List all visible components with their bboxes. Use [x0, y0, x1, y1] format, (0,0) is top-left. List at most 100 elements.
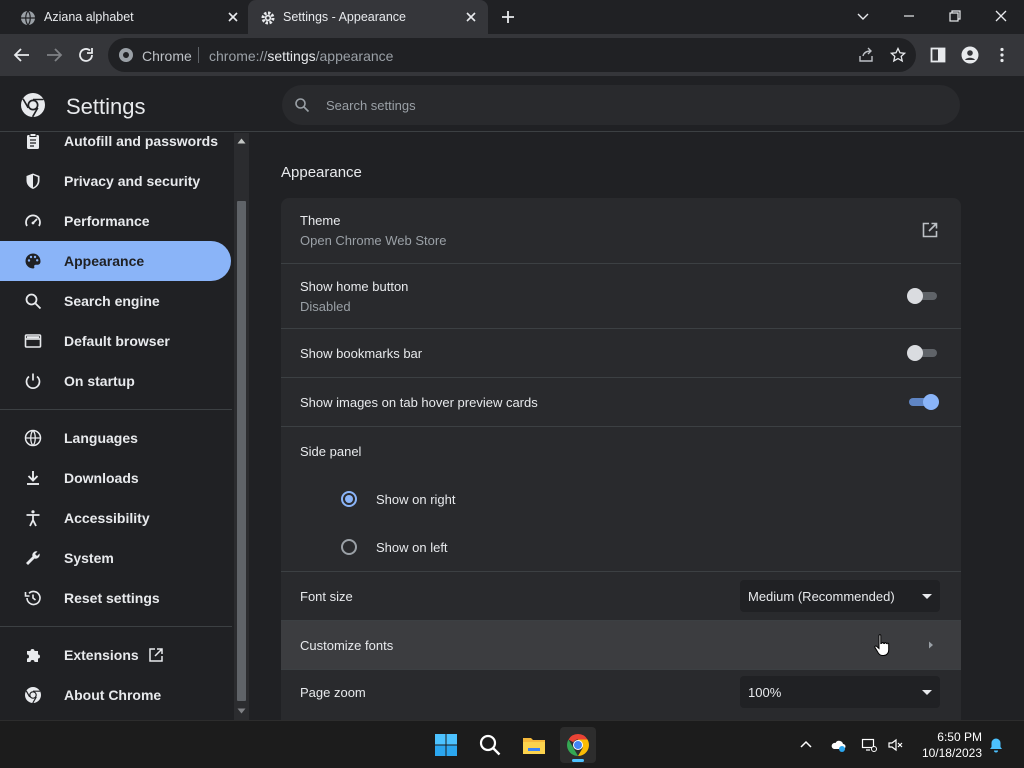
toggle-knob — [907, 288, 923, 304]
sidebar-item-reset-settings[interactable]: Reset settings — [0, 578, 231, 618]
profile-icon[interactable] — [961, 46, 979, 64]
home-button-row[interactable]: Show home button Disabled — [281, 263, 961, 328]
theme-row[interactable]: Theme Open Chrome Web Store — [281, 198, 961, 263]
palette-icon — [25, 253, 41, 269]
close-icon[interactable] — [226, 10, 240, 24]
sidebar-item-performance[interactable]: Performance — [0, 201, 231, 241]
accessibility-icon — [26, 510, 40, 527]
page-zoom-select[interactable]: 100% — [740, 676, 940, 708]
settings-header: Settings — [0, 76, 1024, 132]
file-explorer-icon — [523, 738, 545, 754]
sidebar-item-label: On startup — [64, 373, 135, 389]
sidebar-item-label: System — [64, 550, 114, 566]
start-button[interactable] — [428, 727, 464, 763]
open-in-new-icon[interactable] — [921, 221, 939, 239]
sidebar-item-label: Appearance — [64, 253, 145, 269]
sidebar-item-system[interactable]: System — [0, 538, 231, 578]
notification-bell-icon[interactable] — [988, 737, 1004, 753]
tab-aziana-alphabet[interactable]: Aziana alphabet — [0, 0, 248, 34]
home-button-sublabel: Disabled — [300, 299, 351, 314]
radio-show-on-left[interactable] — [341, 539, 357, 555]
bookmarks-bar-row[interactable]: Show bookmarks bar — [281, 328, 961, 377]
sidebar-item-about-chrome[interactable]: About Chrome — [0, 675, 231, 715]
sidebar-divider — [0, 409, 232, 410]
bookmarks-bar-label: Show bookmarks bar — [300, 346, 423, 361]
search-settings-input[interactable] — [326, 85, 926, 125]
browser-window-icon — [24, 334, 42, 348]
close-icon[interactable] — [464, 10, 478, 24]
reload-icon[interactable] — [77, 46, 95, 64]
restore-icon[interactable] — [947, 8, 963, 24]
dropdown-caret-icon — [922, 690, 932, 695]
radio-label-show-on-left[interactable]: Show on left — [376, 540, 448, 555]
sidebar-item-privacy[interactable]: Privacy and security — [0, 161, 231, 201]
chevron-up-icon[interactable] — [798, 737, 814, 753]
side-panel-icon[interactable] — [929, 46, 947, 64]
settings-main: Appearance Theme Open Chrome Web Store S… — [250, 133, 1024, 720]
sidebar-item-autofill[interactable]: Autofill and passwords — [0, 133, 231, 161]
share-icon[interactable] — [858, 47, 874, 63]
clock-time[interactable]: 6:50 PM — [920, 730, 982, 744]
tab-settings-appearance[interactable]: Settings - Appearance — [248, 0, 488, 34]
browser-toolbar: Chrome chrome://settings/appearance — [0, 34, 1024, 76]
onedrive-icon[interactable] — [830, 737, 846, 753]
download-icon — [27, 471, 39, 485]
tab-hover-images-row[interactable]: Show images on tab hover preview cards — [281, 377, 961, 426]
gear-icon — [261, 11, 275, 25]
section-title: Appearance — [281, 164, 362, 181]
side-panel-label: Side panel — [300, 444, 362, 459]
tab-hover-images-label: Show images on tab hover preview cards — [300, 395, 538, 410]
sidebar-item-languages[interactable]: Languages — [0, 418, 231, 458]
file-explorer-button[interactable] — [516, 727, 552, 763]
sidebar-item-accessibility[interactable]: Accessibility — [0, 498, 231, 538]
chrome-icon[interactable] — [118, 47, 134, 63]
radio-label-show-on-right[interactable]: Show on right — [376, 492, 456, 507]
tab-title: Aziana alphabet — [44, 10, 134, 24]
url-path: /appearance — [315, 48, 394, 64]
close-window-icon[interactable] — [993, 8, 1009, 24]
taskbar-search-button[interactable] — [472, 727, 508, 763]
home-button-toggle[interactable] — [907, 287, 941, 305]
scrollbar-thumb[interactable] — [237, 201, 246, 701]
back-arrow-icon[interactable] — [13, 46, 31, 64]
font-size-row: Font size Medium (Recommended) — [281, 571, 961, 620]
font-size-select[interactable]: Medium (Recommended) — [740, 580, 940, 612]
sidebar-scrollbar[interactable] — [234, 133, 249, 720]
chevron-down-icon[interactable] — [855, 8, 871, 24]
divider — [198, 47, 199, 63]
search-icon — [25, 293, 42, 310]
site-label: Chrome — [142, 48, 192, 64]
history-icon — [24, 590, 41, 606]
bookmarks-bar-toggle[interactable] — [907, 344, 941, 362]
scroll-down-arrow-icon[interactable] — [237, 707, 246, 715]
minimize-icon[interactable] — [901, 8, 917, 24]
scroll-up-arrow-icon[interactable] — [237, 137, 246, 145]
sidebar-item-label: Downloads — [64, 470, 139, 486]
volume-muted-icon[interactable] — [887, 737, 903, 753]
clock-date[interactable]: 10/18/2023 — [910, 746, 982, 760]
chrome-taskbar-button[interactable] — [560, 727, 596, 763]
sidebar-item-label: Performance — [64, 213, 150, 229]
tab-hover-images-toggle[interactable] — [907, 393, 941, 411]
sidebar-item-extensions[interactable]: Extensions — [0, 635, 231, 675]
theme-sublabel: Open Chrome Web Store — [300, 233, 447, 248]
bookmark-star-icon[interactable] — [890, 47, 906, 63]
address-bar[interactable]: Chrome chrome://settings/appearance — [108, 38, 916, 72]
new-tab-plus-icon[interactable] — [500, 9, 516, 25]
sidebar-item-search-engine[interactable]: Search engine — [0, 281, 231, 321]
url-text[interactable]: chrome://settings/appearance — [209, 48, 393, 64]
network-icon[interactable] — [861, 737, 877, 753]
forward-arrow-icon[interactable] — [45, 46, 63, 64]
search-box[interactable] — [282, 85, 960, 125]
customize-fonts-row[interactable]: Customize fonts — [281, 620, 961, 669]
font-size-label: Font size — [300, 589, 353, 604]
radio-show-on-right[interactable] — [341, 491, 357, 507]
sidebar-item-appearance[interactable]: Appearance — [0, 241, 231, 281]
sidebar-item-label: Extensions — [64, 647, 139, 663]
sidebar-item-downloads[interactable]: Downloads — [0, 458, 231, 498]
dropdown-caret-icon — [922, 594, 932, 599]
sidebar-item-default-browser[interactable]: Default browser — [0, 321, 231, 361]
more-menu-icon[interactable] — [993, 46, 1011, 64]
windows-taskbar: 6:50 PM 10/18/2023 — [0, 720, 1024, 768]
sidebar-item-on-startup[interactable]: On startup — [0, 361, 231, 401]
